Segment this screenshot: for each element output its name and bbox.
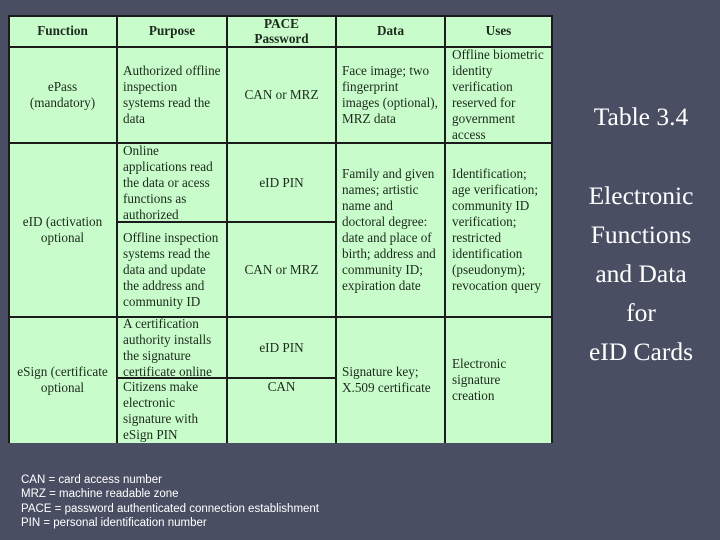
eid-purpose-1: Online applications read the data or ace…: [123, 142, 213, 222]
footnote-pace: PACE = password authenticated connection…: [21, 502, 320, 515]
eid-data-cell: Family and given names; artistic name an…: [336, 143, 445, 317]
eid-pace-2: CAN or MRZ: [244, 261, 319, 277]
header-data-label: Data: [376, 23, 405, 38]
table-number: Table 3.4: [593, 102, 689, 131]
epass-pace-cell: CAN or MRZ: [227, 47, 336, 143]
esign-data: Signature key; X.509 certificate: [342, 364, 431, 395]
esign-function: eSign (certificate optional: [17, 364, 108, 395]
eid-pace-1: eID PIN: [259, 174, 304, 190]
grid-line: [444, 15, 446, 443]
epass-pace: CAN or MRZ: [244, 87, 319, 102]
title-line: Functions: [590, 220, 692, 249]
eid-pace-1-cell: eID PIN: [227, 143, 336, 222]
eid-data: Family and given names; artistic name an…: [342, 166, 436, 293]
epass-data: Face image; two fingerprint images (opti…: [342, 63, 438, 126]
grid-line: [116, 221, 336, 223]
eid-purpose-1-cell: Online applications read the data or ace…: [117, 143, 227, 222]
esign-purpose-1-cell: A certification authority installs the s…: [117, 315, 227, 379]
footnote-mrz: MRZ = machine readable zone: [21, 488, 179, 501]
header-purpose: Purpose: [117, 15, 227, 47]
epass-uses: Offline biometric identity verification …: [452, 47, 544, 142]
table-border-top: [8, 15, 552, 17]
esign-purpose-2-cell: Citizens make electronic signature with …: [117, 378, 227, 443]
eid-uses-cell: Identification; age verification; commun…: [445, 143, 552, 317]
header-pace-label: PACE Password: [254, 16, 309, 46]
epass-purpose-cell: Authorized offline inspection systems re…: [117, 47, 227, 143]
esign-pace-1: eID PIN: [259, 339, 304, 355]
grid-line: [8, 316, 552, 318]
eid-purpose-2-cell: Offline inspection systems read the data…: [117, 222, 227, 317]
esign-purpose-2: Citizens make electronic signature with …: [123, 379, 199, 442]
table-border-right: [551, 15, 553, 443]
epass-uses-cell: Offline biometric identity verification …: [445, 47, 552, 143]
title-line: and Data: [595, 259, 687, 288]
eid-function: eID (activation optional: [22, 214, 103, 245]
header-data: Data: [336, 15, 445, 47]
table-border-left: [8, 15, 10, 443]
esign-pace-2-cell: CAN: [227, 378, 336, 443]
eid-functions-table: Function Purpose PACE Password Data Uses…: [8, 15, 553, 443]
eid-function-cell: eID (activation optional: [8, 143, 117, 317]
epass-function-cell: ePass (mandatory): [8, 47, 117, 143]
header-function: Function: [8, 15, 117, 47]
title-line: eID Cards: [588, 337, 694, 366]
esign-pace-1-cell: eID PIN: [227, 317, 336, 378]
footnote-pin: PIN = personal identification number: [21, 517, 207, 530]
grid-line: [226, 15, 228, 443]
epass-purpose: Authorized offline inspection systems re…: [123, 63, 221, 126]
esign-function-cell: eSign (certificate optional: [8, 317, 117, 443]
grid-line: [8, 142, 552, 144]
header-purpose-label: Purpose: [148, 23, 196, 38]
header-pace-password: PACE Password: [227, 15, 336, 47]
eid-uses: Identification; age verification; commun…: [452, 166, 541, 293]
esign-data-cell: Signature key; X.509 certificate: [336, 317, 445, 443]
title-line: Electronic: [588, 181, 694, 210]
grid-line: [335, 15, 337, 443]
esign-uses: Electronic signature creation: [452, 356, 507, 403]
grid-line: [116, 377, 336, 379]
grid-line: [116, 15, 118, 443]
esign-purpose-1: A certification authority installs the s…: [123, 315, 212, 379]
header-uses-label: Uses: [485, 23, 512, 38]
grid-line: [8, 46, 552, 48]
esign-uses-cell: Electronic signature creation: [445, 317, 552, 443]
eid-purpose-2: Offline inspection systems read the data…: [123, 229, 219, 309]
header-uses: Uses: [445, 15, 552, 47]
title-line: for: [626, 298, 656, 327]
footnote-can: CAN = card access number: [21, 474, 162, 486]
header-function-label: Function: [37, 23, 88, 38]
epass-data-cell: Face image; two fingerprint images (opti…: [336, 47, 445, 143]
esign-pace-2: CAN: [267, 379, 296, 394]
epass-function: ePass (mandatory): [29, 79, 96, 110]
footnotes: CAN = card access number MRZ = machine r…: [21, 473, 319, 531]
eid-pace-2-cell: CAN or MRZ: [227, 222, 336, 317]
